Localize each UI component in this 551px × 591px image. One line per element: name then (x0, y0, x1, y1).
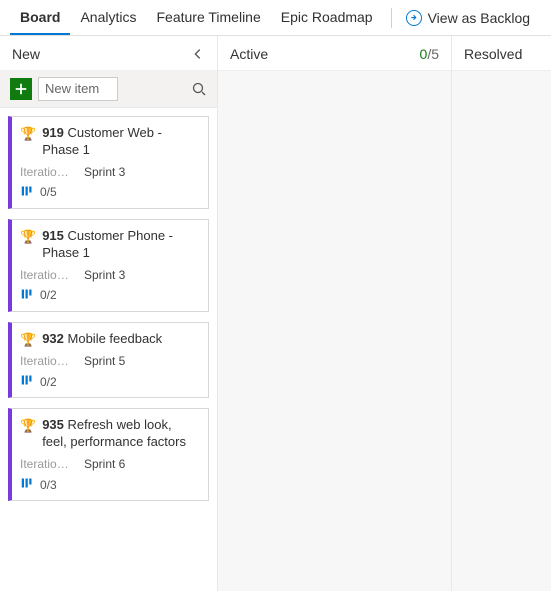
card-field-value: Sprint 6 (84, 457, 125, 471)
card-935[interactable]: 🏆 935 Refresh web look, feel, performanc… (8, 408, 209, 501)
card-title-row: 🏆 915 Customer Phone - Phase 1 (20, 228, 198, 262)
epic-trophy-icon: 🏆 (20, 229, 36, 246)
tabs-separator (391, 8, 392, 28)
epic-trophy-icon: 🏆 (20, 418, 36, 435)
card-field-value: Sprint 3 (84, 268, 125, 282)
card-id: 919 (42, 125, 64, 140)
card-title: Mobile feedback (68, 331, 163, 346)
arrow-right-circle-icon (406, 10, 422, 26)
card-915[interactable]: 🏆 915 Customer Phone - Phase 1 Iteration… (8, 219, 209, 312)
add-item-button[interactable] (10, 78, 32, 100)
card-progress-row: 0/5 (20, 185, 198, 200)
card-progress-row: 0/2 (20, 288, 198, 303)
card-progress: 0/2 (40, 375, 57, 389)
tabs-bar: Board Analytics Feature Timeline Epic Ro… (0, 0, 551, 36)
column-resolved-title: Resolved (464, 46, 522, 62)
column-active-title: Active (230, 46, 268, 62)
tab-board[interactable]: Board (10, 0, 70, 35)
column-resolved: Resolved (452, 36, 551, 591)
column-active-body[interactable] (218, 70, 451, 591)
card-field-label: Iteration … (20, 165, 74, 179)
cards-list-new: 🏆 919 Customer Web - Phase 1 Iteration …… (0, 108, 217, 509)
card-progress-row: 0/3 (20, 477, 198, 492)
wip-limit: /5 (427, 46, 439, 62)
card-field-label: Iteration … (20, 457, 74, 471)
card-meta-row: Iteration … Sprint 6 (20, 457, 198, 471)
search-icon[interactable] (191, 81, 207, 97)
chevron-left-icon[interactable] (191, 47, 205, 61)
new-item-row: New item (0, 70, 217, 108)
epic-trophy-icon: 🏆 (20, 126, 36, 143)
view-as-backlog-label: View as Backlog (428, 10, 530, 26)
card-919[interactable]: 🏆 919 Customer Web - Phase 1 Iteration …… (8, 116, 209, 209)
tab-epic-roadmap[interactable]: Epic Roadmap (271, 0, 383, 35)
card-932[interactable]: 🏆 932 Mobile feedback Iteration … Sprint… (8, 322, 209, 399)
board-column-icon (20, 374, 34, 389)
column-new: New New item 🏆 919 Customer Web - Phase … (0, 36, 218, 591)
card-progress: 0/3 (40, 478, 57, 492)
board-column-icon (20, 288, 34, 303)
tab-feature-timeline[interactable]: Feature Timeline (146, 0, 270, 35)
card-field-value: Sprint 5 (84, 354, 125, 368)
column-resolved-body[interactable] (452, 70, 551, 591)
card-meta-row: Iteration … Sprint 5 (20, 354, 198, 368)
card-title-row: 🏆 932 Mobile feedback (20, 331, 198, 349)
new-item-input[interactable]: New item (38, 77, 118, 101)
card-field-label: Iteration … (20, 268, 74, 282)
card-id: 932 (42, 331, 64, 346)
card-title-row: 🏆 935 Refresh web look, feel, performanc… (20, 417, 198, 451)
card-progress: 0/2 (40, 288, 57, 302)
card-title-row: 🏆 919 Customer Web - Phase 1 (20, 125, 198, 159)
tabs-left: Board Analytics Feature Timeline Epic Ro… (10, 0, 383, 35)
card-title: Refresh web look, feel, performance fact… (42, 417, 186, 449)
card-field-value: Sprint 3 (84, 165, 125, 179)
column-new-header: New (0, 36, 217, 70)
epic-trophy-icon: 🏆 (20, 332, 36, 349)
card-progress-row: 0/2 (20, 374, 198, 389)
board-column-icon (20, 185, 34, 200)
card-meta-row: Iteration … Sprint 3 (20, 268, 198, 282)
card-field-label: Iteration … (20, 354, 74, 368)
column-new-title: New (12, 46, 40, 62)
view-as-backlog-button[interactable]: View as Backlog (400, 10, 536, 26)
board-column-icon (20, 477, 34, 492)
column-active-header: Active 0/5 (218, 36, 451, 70)
column-active: Active 0/5 (218, 36, 452, 591)
card-id: 935 (42, 417, 64, 432)
column-resolved-header: Resolved (452, 36, 551, 70)
wip-limit-badge: 0/5 (420, 46, 439, 62)
board: New New item 🏆 919 Customer Web - Phase … (0, 36, 551, 591)
card-meta-row: Iteration … Sprint 3 (20, 165, 198, 179)
card-progress: 0/5 (40, 185, 57, 199)
card-id: 915 (42, 228, 64, 243)
tab-analytics[interactable]: Analytics (70, 0, 146, 35)
